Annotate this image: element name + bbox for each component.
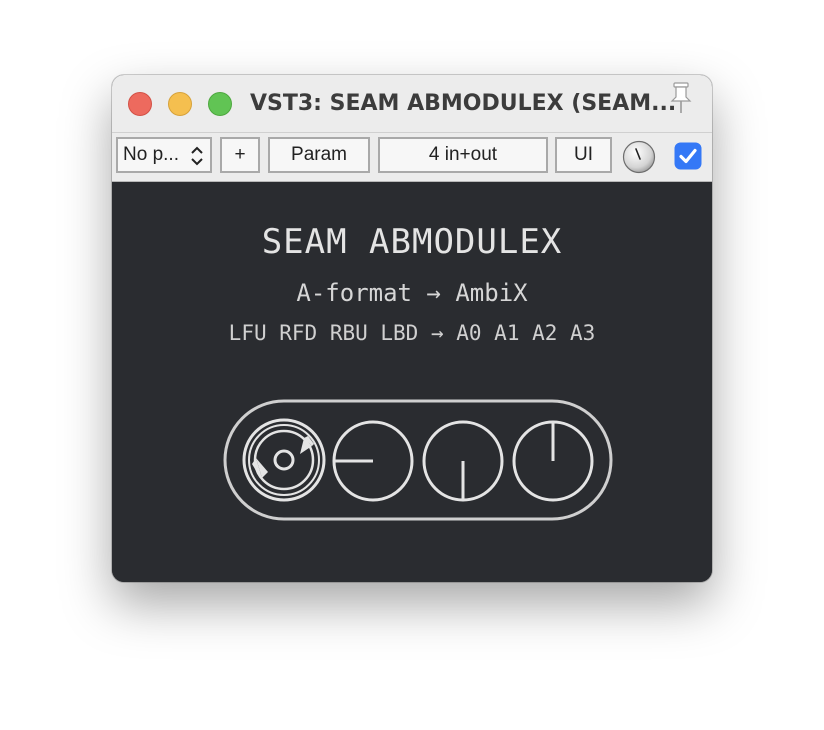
dial-down-icon <box>422 420 504 502</box>
conversion-label: A-format → AmbiX <box>296 279 528 307</box>
plugin-editor: SEAM ABMODULEX A-format → AmbiX LFU RFD … <box>112 182 712 582</box>
host-toolbar: No p... + Param 4 in+out UI <box>112 132 712 182</box>
logo-icon-group <box>223 399 613 521</box>
pin-icon[interactable] <box>668 81 694 115</box>
ui-button[interactable]: UI <box>555 137 612 173</box>
close-window-button[interactable] <box>128 92 152 116</box>
volume-knob-icon[interactable] <box>622 140 656 174</box>
add-preset-button[interactable]: + <box>220 137 260 173</box>
title-bar[interactable]: VST3: SEAM ABMODULEX (SEAM... <box>112 75 712 132</box>
dial-left-icon <box>332 420 414 502</box>
preset-select-value: No p... <box>123 144 179 165</box>
enabled-checkbox[interactable] <box>674 142 702 170</box>
minimize-window-button[interactable] <box>168 92 192 116</box>
maximize-window-button[interactable] <box>208 92 232 116</box>
plugin-name: SEAM ABMODULEX <box>261 222 563 262</box>
updown-chevron-icon <box>191 146 203 166</box>
window-title: VST3: SEAM ABMODULEX (SEAM... <box>250 91 677 116</box>
plugin-window: VST3: SEAM ABMODULEX (SEAM... No p... + … <box>112 75 712 582</box>
param-button[interactable]: Param <box>268 137 370 173</box>
io-config-button[interactable]: 4 in+out <box>378 137 548 173</box>
dial-up-icon <box>512 420 594 502</box>
ambisonic-mic-icon <box>242 418 326 502</box>
preset-select[interactable]: No p... <box>116 137 212 173</box>
channel-map-label: LFU RFD RBU LBD → A0 A1 A2 A3 <box>228 321 596 345</box>
